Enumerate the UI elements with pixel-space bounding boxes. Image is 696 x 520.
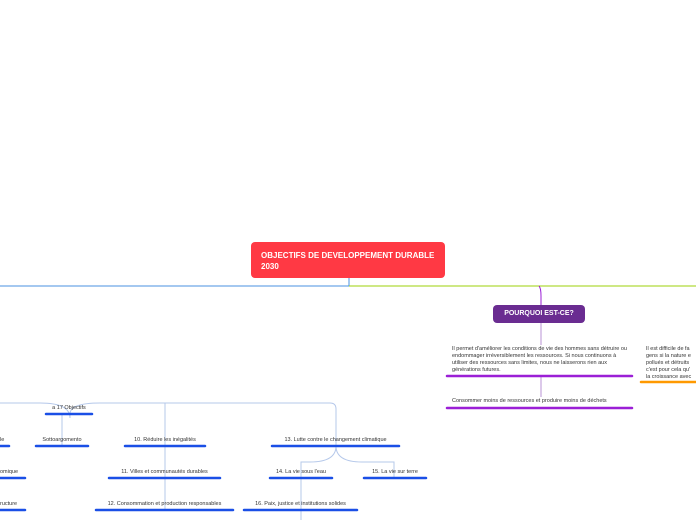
objective-fragment-mid[interactable]: omique [0, 469, 18, 475]
root-topic[interactable]: OBJECTIFS DE DEVELOPPEMENT DURABLE 2030 [251, 242, 445, 278]
side-line: c'est pour cela qu' [646, 367, 690, 373]
connector-why [538, 285, 542, 305]
side-line: la croissance avec [646, 374, 692, 380]
why-description[interactable]: Il permet d'améliorer les conditions de … [452, 346, 630, 374]
objective-fragment-top[interactable]: le [0, 437, 4, 443]
objective-15[interactable]: 15. La vie sur terre [364, 469, 426, 475]
objective-16[interactable]: 16. Paix, justice et institutions solide… [244, 501, 357, 507]
side-line: Il est difficile de fa [646, 346, 690, 352]
objective-10[interactable]: 10. Réduire les inégalités [125, 437, 205, 443]
side-line: pollués et détruits [646, 360, 690, 366]
side-line: gens si la nature e [646, 353, 691, 359]
objectives-header[interactable]: a 17 Objectifs [46, 405, 92, 411]
why-consume[interactable]: Consommer moins de ressources et produir… [452, 398, 607, 405]
root-title: OBJECTIFS DE DEVELOPPEMENT DURABLE 2030 [261, 251, 435, 271]
connector-left [0, 278, 350, 287]
objective-14[interactable]: 14. La vie sous l'eau [270, 469, 332, 475]
objective-11[interactable]: 11. Villes et communautés durables [109, 469, 220, 475]
why-title: POURQUOI EST-CE? [504, 310, 574, 317]
objective-12[interactable]: 12. Consommation et production responsab… [96, 501, 233, 507]
objective-13[interactable]: 13. Lutte contre le changement climatiqu… [272, 437, 399, 443]
side-text[interactable]: Il est difficile de fa gens si la nature… [646, 346, 691, 381]
why-topic[interactable]: POURQUOI EST-CE? [493, 305, 585, 323]
objective-fragment-bottom[interactable]: ructure [0, 501, 17, 507]
objective-sottoargomento[interactable]: Sottoargomento [36, 437, 88, 443]
